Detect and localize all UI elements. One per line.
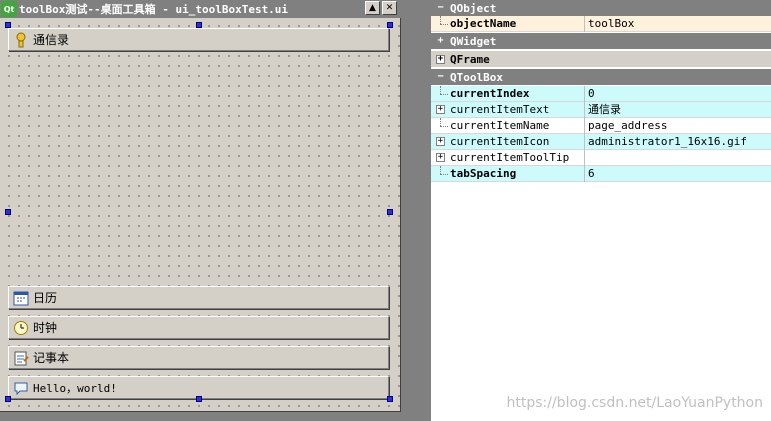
expand-icon[interactable]: + [436, 35, 445, 46]
prop-name: currentItemIcon [450, 133, 585, 150]
collapse-icon[interactable]: − [436, 71, 445, 82]
prop-name: currentIndex [450, 85, 585, 102]
prop-value[interactable] [585, 150, 771, 166]
group-qwidget[interactable]: + QWidget [431, 33, 771, 49]
form-canvas[interactable]: 通信录 日历 时钟 记事本 Hello，world! [0, 18, 400, 411]
prop-value[interactable]: toolBox [585, 16, 771, 32]
prop-row-currentitemicon[interactable]: + currentItemIcon administrator1_16x16.g… [431, 133, 771, 150]
prop-row-currentindex[interactable]: currentIndex 0 [431, 85, 771, 102]
close-button[interactable]: ✕ [382, 1, 397, 15]
expand-icon[interactable]: + [436, 137, 445, 146]
toolbox-item-label: 通信录 [33, 33, 70, 47]
prop-name: currentItemToolTip [450, 149, 585, 166]
group-qobject[interactable]: − QObject [431, 0, 771, 16]
notepad-icon [14, 351, 29, 365]
prop-value[interactable]: 0 [585, 86, 771, 102]
prop-row-tabspacing[interactable]: tabSpacing 6 [431, 165, 771, 182]
toolbox-item-notepad[interactable]: 记事本 [8, 346, 389, 369]
prop-row-currentitemname[interactable]: currentItemName page_address [431, 117, 771, 134]
calendar-icon [13, 291, 29, 305]
tree-line [431, 117, 450, 134]
toolbox-item-label: 时钟 [33, 321, 58, 335]
group-label: QObject [450, 1, 497, 15]
selection-handle[interactable] [387, 22, 393, 28]
prop-value[interactable]: 6 [585, 166, 771, 182]
clock-icon [14, 320, 28, 335]
prop-row-currentitemtext[interactable]: + currentItemText 通信录 [431, 101, 771, 118]
form-window: Qt toolBox测试--桌面工具箱 - ui_toolBoxTest.ui … [0, 0, 401, 412]
title-buttons: ▲ ✕ [365, 1, 397, 15]
window-title: toolBox测试--桌面工具箱 - ui_toolBoxTest.ui [19, 3, 289, 16]
tree-line [431, 15, 450, 32]
selection-handle[interactable] [387, 396, 393, 402]
prop-value[interactable]: administrator1_16x16.gif [585, 134, 771, 150]
selection-handle[interactable] [5, 22, 11, 28]
address-book-icon [16, 32, 26, 47]
group-label: QFrame [450, 52, 490, 66]
selection-handle[interactable] [5, 396, 11, 402]
group-label: QToolBox [450, 70, 503, 84]
qt-logo-icon: Qt [1, 1, 17, 17]
property-editor: − QObject objectName toolBox + QWidget +… [431, 0, 771, 421]
prop-name: currentItemText [450, 101, 585, 118]
speech-bubble-icon [14, 382, 28, 395]
prop-value[interactable]: 通信录 [585, 102, 771, 118]
group-label: QWidget [450, 34, 497, 48]
tree-line [431, 85, 450, 102]
selection-handle[interactable] [5, 209, 11, 215]
window-titlebar[interactable]: Qt toolBox测试--桌面工具箱 - ui_toolBoxTest.ui … [0, 0, 401, 18]
prop-name: objectName [450, 15, 585, 32]
selection-handle[interactable] [196, 22, 202, 28]
group-qtoolbox[interactable]: − QToolBox [431, 69, 771, 85]
group-qframe[interactable]: + QFrame [431, 51, 771, 67]
prop-row-objectname[interactable]: objectName toolBox [431, 15, 771, 32]
prop-name: tabSpacing [450, 165, 585, 182]
toolbox-item-label: Hello，world! [33, 381, 117, 395]
expand-icon[interactable]: + [436, 105, 445, 114]
tree-line [431, 165, 450, 182]
toolbox-item-address[interactable]: 通信录 [8, 28, 389, 51]
collapse-icon[interactable]: − [436, 2, 445, 13]
expand-icon[interactable]: + [436, 153, 445, 162]
toolbox-item-label: 记事本 [33, 351, 70, 365]
watermark: https://blog.csdn.net/LaoYuanPython [506, 395, 764, 411]
prop-value[interactable]: page_address [585, 118, 771, 134]
toolbox-item-clock[interactable]: 时钟 [8, 316, 389, 339]
selection-handle[interactable] [196, 396, 202, 402]
selection-handle[interactable] [387, 209, 393, 215]
expand-icon[interactable]: + [436, 54, 445, 64]
toolbox-item-label: 日历 [33, 291, 58, 305]
prop-name: currentItemName [450, 117, 585, 134]
toolbox-item-calendar[interactable]: 日历 [8, 286, 389, 309]
prop-row-currentitemtooltip[interactable]: + currentItemToolTip [431, 149, 771, 166]
maximize-button[interactable]: ▲ [365, 1, 380, 15]
